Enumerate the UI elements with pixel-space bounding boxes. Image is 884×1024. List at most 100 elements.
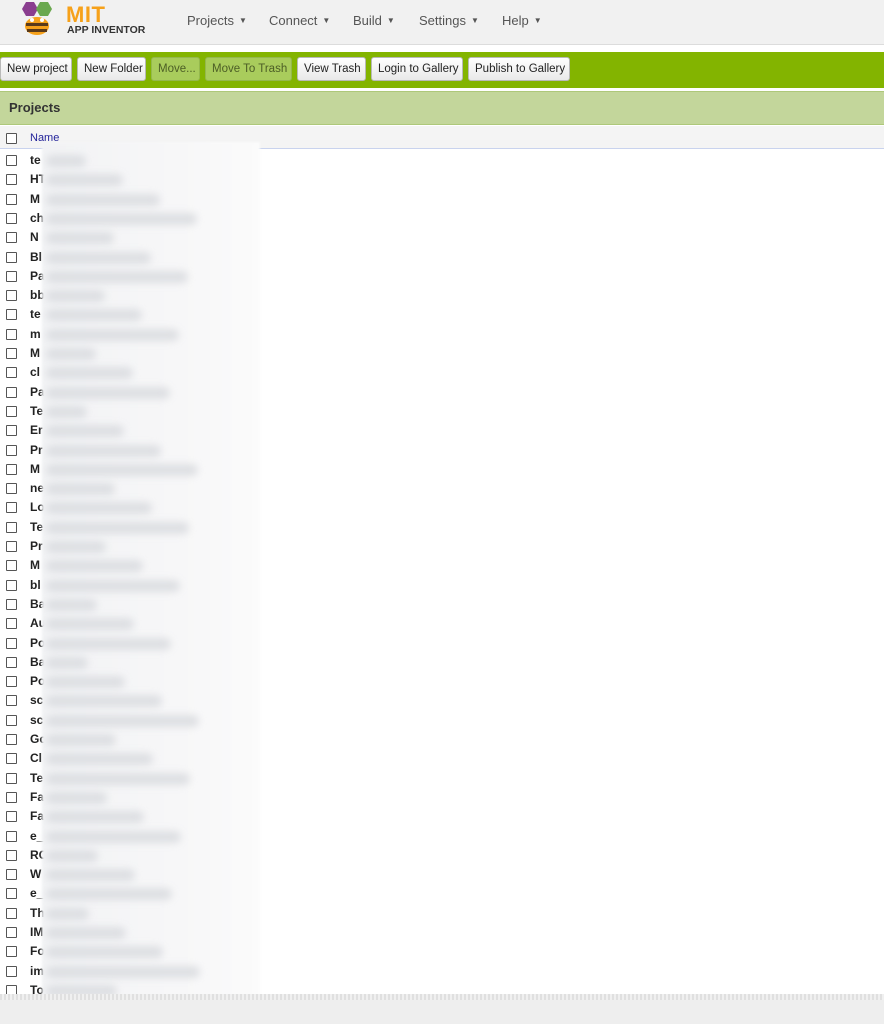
menu-build[interactable]: Build ▼ <box>353 13 395 28</box>
move-to-trash-button[interactable]: Move To Trash <box>205 57 292 81</box>
redacted-line <box>46 445 161 457</box>
project-name[interactable]: te <box>30 307 41 321</box>
row-checkbox[interactable] <box>6 232 17 243</box>
new-folder-button[interactable]: New Folder <box>77 57 146 81</box>
row-checkbox[interactable] <box>6 329 17 340</box>
redacted-line <box>46 966 200 978</box>
project-name[interactable]: Cl <box>30 751 42 765</box>
row-checkbox[interactable] <box>6 252 17 263</box>
redacted-line <box>46 232 114 244</box>
row-checkbox[interactable] <box>6 657 17 668</box>
project-name[interactable]: Pr <box>30 443 43 457</box>
redacted-line <box>46 560 143 572</box>
menu-projects[interactable]: Projects ▼ <box>187 13 247 28</box>
row-checkbox[interactable] <box>6 927 17 938</box>
row-checkbox[interactable] <box>6 753 17 764</box>
menu-help[interactable]: Help ▼ <box>502 13 542 28</box>
row-checkbox[interactable] <box>6 676 17 687</box>
redacted-line <box>46 464 198 476</box>
row-checkbox[interactable] <box>6 309 17 320</box>
project-name[interactable]: M <box>30 558 40 572</box>
new-project-button[interactable]: New project <box>0 57 72 81</box>
row-checkbox[interactable] <box>6 599 17 610</box>
menu-connect[interactable]: Connect ▼ <box>269 13 330 28</box>
redacted-line <box>46 927 126 939</box>
project-name[interactable]: m <box>30 327 41 341</box>
row-checkbox[interactable] <box>6 348 17 359</box>
row-checkbox[interactable] <box>6 271 17 282</box>
redacted-line <box>46 309 142 321</box>
row-checkbox[interactable] <box>6 695 17 706</box>
project-name[interactable]: M <box>30 192 40 206</box>
row-checkbox[interactable] <box>6 773 17 784</box>
row-checkbox[interactable] <box>6 155 17 166</box>
row-checkbox[interactable] <box>6 502 17 513</box>
logo-subtitle: APP INVENTOR <box>67 24 146 36</box>
row-checkbox[interactable] <box>6 888 17 899</box>
row-checkbox[interactable] <box>6 850 17 861</box>
row-checkbox[interactable] <box>6 213 17 224</box>
select-all-checkbox[interactable] <box>6 133 17 144</box>
row-checkbox[interactable] <box>6 522 17 533</box>
project-name[interactable]: M <box>30 462 40 476</box>
bee-logo-icon <box>22 2 52 35</box>
row-checkbox[interactable] <box>6 560 17 571</box>
redacted-line <box>46 734 116 746</box>
caret-down-icon: ▼ <box>238 16 247 25</box>
top-navigation-bar: MIT APP INVENTOR Projects ▼ Connect ▼ Buil… <box>0 0 884 45</box>
row-checkbox[interactable] <box>6 638 17 649</box>
project-name[interactable]: Er <box>30 423 43 437</box>
row-checkbox[interactable] <box>6 734 17 745</box>
row-checkbox[interactable] <box>6 966 17 977</box>
row-checkbox[interactable] <box>6 425 17 436</box>
projects-title: Projects <box>9 100 61 115</box>
redacted-line <box>46 792 107 804</box>
row-checkbox[interactable] <box>6 483 17 494</box>
redacted-line <box>46 850 98 862</box>
row-checkbox[interactable] <box>6 946 17 957</box>
app-inventor-logo[interactable]: MIT APP INVENTOR <box>18 0 148 40</box>
project-name[interactable]: Bl <box>30 250 42 264</box>
redacted-line <box>46 638 171 650</box>
row-checkbox[interactable] <box>6 290 17 301</box>
menu-connect-label: Connect <box>269 13 318 28</box>
row-checkbox[interactable] <box>6 174 17 185</box>
redacted-line <box>46 657 88 669</box>
row-checkbox[interactable] <box>6 194 17 205</box>
row-checkbox[interactable] <box>6 580 17 591</box>
row-checkbox[interactable] <box>6 715 17 726</box>
project-name[interactable]: N <box>30 230 39 244</box>
row-checkbox[interactable] <box>6 367 17 378</box>
project-name[interactable]: W <box>30 867 41 881</box>
caret-down-icon: ▼ <box>470 16 479 25</box>
menu-projects-label: Projects <box>187 13 234 28</box>
redacted-line <box>46 271 188 283</box>
project-name[interactable]: te <box>30 153 41 167</box>
view-trash-button[interactable]: View Trash <box>297 57 366 81</box>
publish-to-gallery-button[interactable]: Publish to Gallery <box>468 57 570 81</box>
redacted-line <box>46 599 97 611</box>
project-name[interactable]: M <box>30 346 40 360</box>
menu-settings-label: Settings <box>419 13 466 28</box>
move-button[interactable]: Move... <box>151 57 200 81</box>
row-checkbox[interactable] <box>6 618 17 629</box>
project-name[interactable]: Pr <box>30 539 43 553</box>
row-checkbox[interactable] <box>6 406 17 417</box>
row-checkbox[interactable] <box>6 811 17 822</box>
redacted-line <box>46 773 190 785</box>
row-checkbox[interactable] <box>6 792 17 803</box>
row-checkbox[interactable] <box>6 541 17 552</box>
row-checkbox[interactable] <box>6 445 17 456</box>
login-to-gallery-button[interactable]: Login to Gallery <box>371 57 463 81</box>
row-checkbox[interactable] <box>6 387 17 398</box>
caret-down-icon: ▼ <box>386 16 395 25</box>
redacted-line <box>46 888 172 900</box>
row-checkbox[interactable] <box>6 831 17 842</box>
menu-settings[interactable]: Settings ▼ <box>419 13 479 28</box>
project-name[interactable]: cl <box>30 365 40 379</box>
redacted-line <box>46 676 125 688</box>
project-name[interactable]: bl <box>30 578 41 592</box>
row-checkbox[interactable] <box>6 464 17 475</box>
row-checkbox[interactable] <box>6 908 17 919</box>
row-checkbox[interactable] <box>6 869 17 880</box>
